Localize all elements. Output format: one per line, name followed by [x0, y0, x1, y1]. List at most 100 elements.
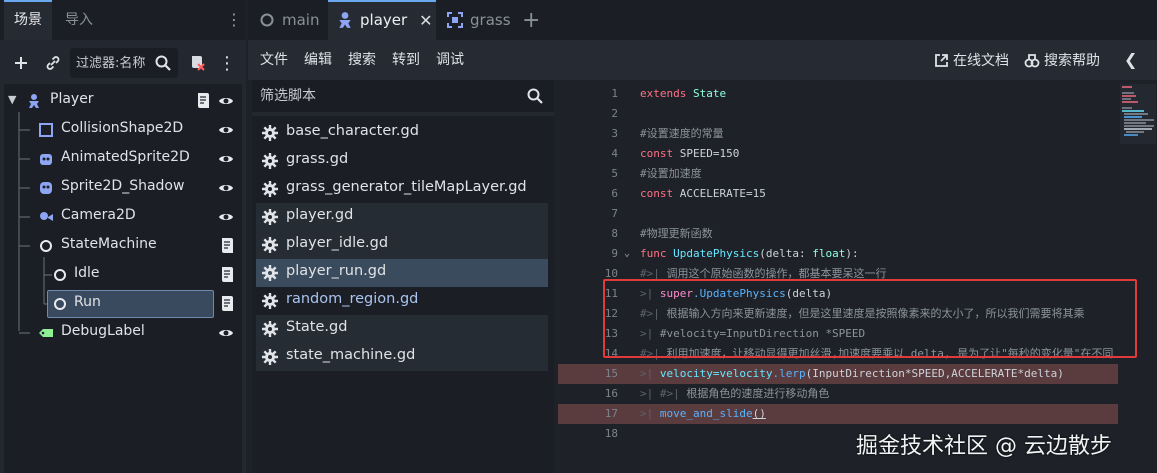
script-icon[interactable]	[220, 237, 234, 255]
code-editor[interactable]: 1 extends State 2 3 #设置速度的常量 4 const SPE…	[558, 80, 1157, 473]
tab-label: main	[282, 11, 320, 29]
add-node-icon[interactable]	[8, 50, 34, 76]
gear-icon	[262, 321, 278, 337]
code-token: const	[640, 147, 674, 160]
label-icon	[39, 329, 53, 337]
code-minimap[interactable]	[1120, 84, 1156, 144]
gear-icon	[262, 125, 278, 141]
menu-edit[interactable]: 编辑	[304, 40, 332, 80]
tree-node-label: Sprite2D_Shadow	[61, 178, 185, 194]
code-token: .lerp	[772, 367, 806, 380]
script-filter-input[interactable]	[260, 80, 520, 112]
menu-debug[interactable]: 调试	[436, 40, 464, 80]
visibility-eye-icon[interactable]	[218, 210, 234, 224]
tree-node-statemachine[interactable]: StateMachine	[4, 232, 242, 260]
editor-tabs: main player ✕ grass +	[248, 0, 1157, 40]
script-list-panel: base_character.gd grass.gd grass_generat…	[252, 80, 554, 473]
scene-filter	[70, 48, 178, 78]
tree-node-collisionshape2d[interactable]: CollisionShape2D	[4, 116, 242, 144]
tree-node-label: StateMachine	[61, 236, 157, 252]
script-item-grass-generator[interactable]: grass_generator_tileMapLayer.gd	[256, 175, 548, 203]
visibility-eye-icon[interactable]	[218, 123, 234, 137]
online-docs-button[interactable]: 在线文档	[934, 40, 1009, 80]
script-item-player[interactable]: player.gd	[256, 203, 548, 231]
node-icon	[260, 13, 274, 27]
script-name: player.gd	[286, 207, 354, 223]
tree-node-animatedsprite2d[interactable]: AnimatedSprite2D	[4, 145, 242, 173]
script-icon[interactable]	[196, 92, 210, 110]
dock-options-icon[interactable]: ⋮	[226, 12, 242, 28]
code-token: float	[812, 247, 846, 260]
code-token: (InputDirection*SPEED,ACCELERATE*delta)	[805, 367, 1064, 380]
more-options-icon[interactable]: ⋮	[214, 50, 240, 76]
tree-node-debuglabel[interactable]: DebugLabel	[4, 319, 242, 347]
code-line: 15 >| velocity=velocity.lerp(InputDirect…	[558, 364, 1118, 384]
script-item-base-character[interactable]: base_character.gd	[256, 119, 548, 147]
chevron-down-icon[interactable]: ▼	[8, 93, 16, 106]
visibility-eye-icon[interactable]	[218, 152, 234, 166]
script-item-state-machine[interactable]: state_machine.gd	[256, 343, 548, 371]
code-token: velocity=velocity	[659, 367, 773, 380]
script-remove-icon[interactable]	[184, 50, 210, 76]
search-help-label: 搜索帮助	[1044, 53, 1100, 69]
tree-node-sprite2d-shadow[interactable]: Sprite2D_Shadow	[4, 174, 242, 202]
character-body-icon	[29, 94, 39, 108]
line-number: 4	[611, 147, 618, 160]
script-name: state_machine.gd	[286, 347, 416, 363]
tree-node-run[interactable]: Run	[4, 290, 242, 318]
script-filter	[252, 80, 554, 112]
online-docs-label: 在线文档	[953, 53, 1009, 69]
tree-node-label: Player	[50, 91, 94, 107]
code-line: 8 #物理更新函数	[558, 224, 1118, 244]
line-number: 3	[611, 127, 618, 140]
code-token: move_and_slide	[659, 407, 753, 420]
script-item-player-idle[interactable]: player_idle.gd	[256, 231, 548, 259]
link-icon[interactable]	[40, 50, 66, 76]
script-name: random_region.gd	[286, 291, 419, 307]
script-item-random-region[interactable]: random_region.gd	[256, 287, 548, 315]
tab-import[interactable]: 导入	[55, 0, 103, 40]
line-number: 2	[611, 107, 618, 120]
scene-toolbar: ⋮	[0, 44, 246, 82]
camera-icon	[40, 212, 53, 221]
script-icon[interactable]	[220, 266, 234, 284]
tab-player[interactable]: player ✕	[328, 0, 436, 40]
script-name: player_idle.gd	[286, 235, 389, 251]
help-search-icon	[1024, 53, 1040, 67]
script-name: grass.gd	[286, 151, 349, 167]
menu-goto[interactable]: 转到	[392, 40, 420, 80]
tree-node-idle[interactable]: Idle	[4, 261, 242, 289]
tab-scene[interactable]: 场景	[4, 0, 52, 40]
script-item-player-run[interactable]: player_run.gd	[256, 259, 548, 287]
code-comment: #物理更新函数	[640, 227, 713, 240]
tab-label: grass	[470, 11, 511, 29]
visibility-eye-icon[interactable]	[218, 326, 234, 340]
visibility-eye-icon[interactable]	[218, 181, 234, 195]
tree-node-camera2d[interactable]: Camera2D	[4, 203, 242, 231]
menu-file[interactable]: 文件	[260, 40, 288, 80]
close-icon[interactable]: ✕	[419, 11, 432, 30]
scene-filter-input[interactable]	[76, 48, 154, 78]
node-icon	[54, 269, 66, 281]
script-icon[interactable]	[220, 295, 234, 313]
script-name: base_character.gd	[286, 123, 419, 139]
visibility-eye-icon[interactable]	[218, 94, 234, 108]
add-tab-icon[interactable]: +	[522, 0, 540, 40]
script-item-state[interactable]: State.gd	[256, 315, 548, 343]
gear-icon	[262, 181, 278, 197]
script-item-grass[interactable]: grass.gd	[256, 147, 548, 175]
line-number: 6	[611, 187, 618, 200]
line-number: 15	[604, 367, 618, 380]
code-line: 1 extends State	[558, 84, 1118, 104]
character-body-icon	[339, 12, 351, 28]
chevron-left-icon[interactable]: ❮	[1124, 50, 1137, 69]
dock-tabs: 场景 导入 ⋮	[0, 0, 246, 40]
fold-arrow-icon[interactable]: ⌄	[624, 244, 630, 264]
tab-main[interactable]: main	[258, 0, 319, 40]
tree-node-player[interactable]: ▼ Player	[4, 87, 242, 115]
external-link-icon	[935, 53, 948, 67]
search-help-button[interactable]: 搜索帮助	[1024, 40, 1100, 80]
annotation-highlight-box	[603, 279, 1137, 358]
tab-grass[interactable]: grass	[446, 0, 511, 40]
menu-search[interactable]: 搜索	[348, 40, 376, 80]
